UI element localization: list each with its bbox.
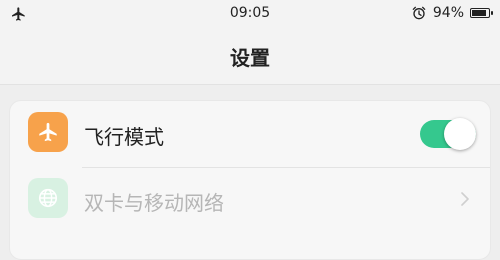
settings-card: 飞行模式 双卡与移动网络 bbox=[9, 100, 491, 260]
globe-icon bbox=[38, 188, 58, 208]
battery-percent: 94% bbox=[432, 5, 464, 21]
airplane-mode-toggle[interactable] bbox=[420, 118, 476, 150]
airplane-icon bbox=[39, 122, 57, 142]
header: 设置 bbox=[0, 28, 500, 85]
battery-icon bbox=[470, 8, 493, 18]
dual-sim-mobile-network-label: 双卡与移动网络 bbox=[84, 191, 224, 215]
battery-fill bbox=[472, 10, 486, 16]
status-right-group: 94% bbox=[411, 5, 493, 21]
airplane-mode-icon-tile bbox=[28, 112, 68, 152]
airplane-mode-label: 飞行模式 bbox=[84, 125, 164, 149]
status-bar: 09:05 94% bbox=[0, 0, 500, 28]
page-title: 设置 bbox=[230, 46, 270, 70]
toggle-knob[interactable] bbox=[444, 118, 476, 150]
settings-item-dual-sim-mobile-network[interactable]: 双卡与移动网络 bbox=[10, 167, 492, 233]
mobile-network-icon-tile bbox=[28, 178, 68, 218]
settings-item-airplane-mode[interactable]: 飞行模式 bbox=[10, 101, 492, 167]
chevron-right-icon bbox=[461, 192, 469, 206]
alarm-clock-icon bbox=[412, 6, 426, 20]
